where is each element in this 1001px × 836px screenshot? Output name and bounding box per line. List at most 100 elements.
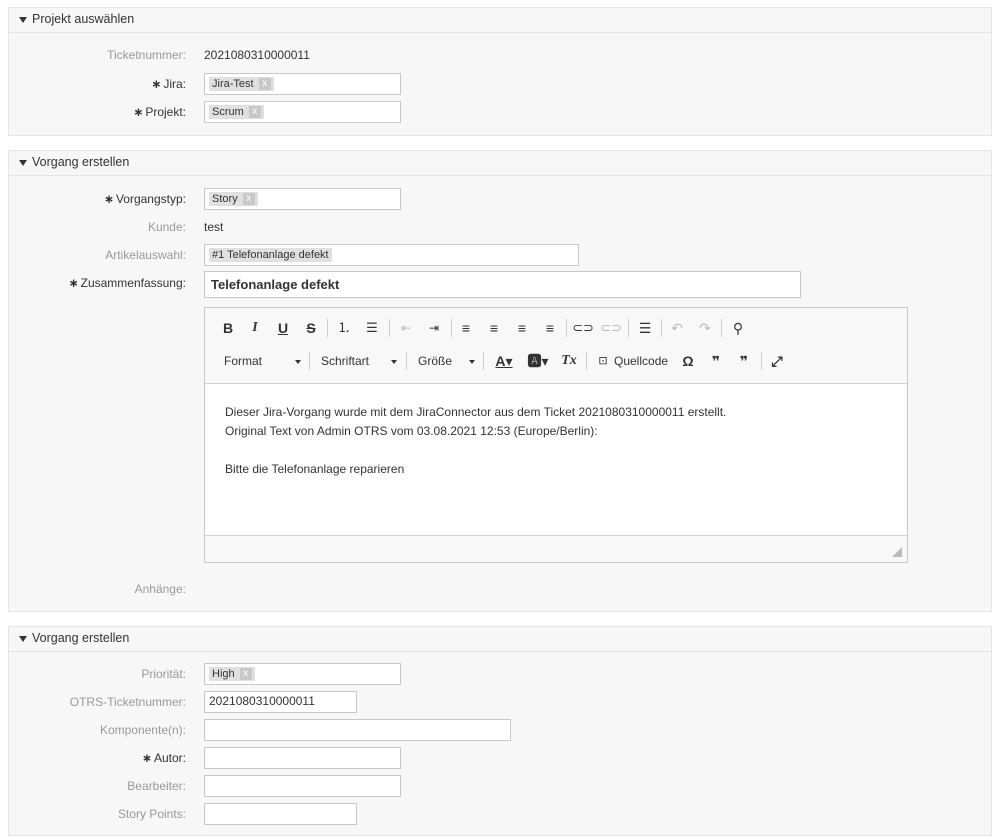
section-header[interactable]: Vorgang erstellen — [9, 627, 991, 652]
artikelauswahl-select[interactable]: #1 Telefonanlage defekt — [204, 244, 579, 266]
tag-remove-icon[interactable]: x — [242, 193, 255, 205]
align-right-icon[interactable]: ≡ — [511, 317, 533, 339]
editor-line: Original Text von Admin OTRS vom 03.08.2… — [225, 424, 598, 438]
projekt-select[interactable]: Scrum x — [204, 101, 401, 123]
resize-handle-icon[interactable] — [892, 547, 902, 557]
toolbar-separator — [483, 352, 484, 370]
format-dropdown[interactable]: Format — [224, 350, 301, 372]
kunde-value: test — [204, 220, 224, 234]
bulleted-list-icon[interactable]: ☰ — [361, 317, 383, 339]
artikelauswahl-label: Artikelauswahl: — [105, 248, 186, 262]
bold-icon[interactable]: B — [217, 317, 239, 339]
section-vorgang-erstellen-2: Vorgang erstellen Priorität: High x OTRS-… — [8, 626, 992, 836]
jira-label: ∗ Jira: — [151, 77, 186, 91]
autor-input[interactable] — [204, 747, 401, 769]
strikethrough-icon[interactable]: S — [300, 317, 322, 339]
tag-remove-icon[interactable]: x — [239, 668, 252, 680]
chevron-down-icon — [295, 360, 301, 364]
prioritaet-tag: High x — [209, 667, 255, 681]
undo-icon[interactable]: ↶ — [666, 317, 688, 339]
toolbar-separator — [721, 319, 722, 337]
section-vorgang-erstellen: Vorgang erstellen ∗ Vorgangstyp: Story x K… — [8, 150, 992, 612]
bearbeiter-input[interactable] — [204, 775, 401, 797]
chevron-down-icon — [391, 360, 397, 364]
remove-blockquote-icon[interactable]: ❞ — [733, 350, 755, 372]
link-icon[interactable]: ⊂⊃ — [572, 317, 594, 339]
ticketnummer-value: 2021080310000011 — [204, 48, 310, 62]
kunde-label: Kunde: — [147, 220, 186, 234]
collapse-arrow-icon[interactable] — [19, 636, 27, 642]
toolbar-separator — [566, 319, 567, 337]
story-points-label: Story Points: — [117, 807, 186, 821]
quellcode-button[interactable]: Quellcode — [614, 350, 668, 372]
toolbar-separator — [309, 352, 310, 370]
blockquote-icon[interactable]: ❞ — [705, 350, 727, 372]
align-left-icon[interactable]: ≡ — [455, 317, 477, 339]
prioritaet-select[interactable]: High x — [204, 663, 401, 685]
toolbar-separator — [628, 319, 629, 337]
increase-indent-icon[interactable]: ⇥ — [423, 317, 445, 339]
schriftart-dropdown[interactable]: Schriftart — [321, 350, 397, 372]
redo-icon[interactable]: ↷ — [694, 317, 716, 339]
section-header[interactable]: Vorgang erstellen — [9, 151, 991, 176]
jira-select[interactable]: Jira-Test x — [204, 73, 401, 95]
horizontal-line-icon[interactable]: ☰ — [634, 317, 656, 339]
unlink-icon[interactable]: ⊂⊃ — [600, 317, 622, 339]
toolbar-separator — [586, 352, 587, 370]
collapse-arrow-icon[interactable] — [19, 17, 27, 23]
toolbar-separator — [406, 352, 407, 370]
komponente-label: Komponente(n): — [99, 723, 186, 737]
vorgangstyp-select[interactable]: Story x — [204, 188, 401, 210]
section-title: Projekt auswählen — [32, 12, 135, 26]
toolbar-separator — [451, 319, 452, 337]
artikel-tag: #1 Telefonanlage defekt — [209, 248, 332, 262]
collapse-arrow-icon[interactable] — [19, 160, 27, 166]
story-points-input[interactable] — [204, 803, 357, 825]
autor-label: ∗ Autor: — [141, 751, 186, 765]
section-title: Vorgang erstellen — [32, 631, 130, 645]
editor-content[interactable]: Dieser Jira-Vorgang wurde mit dem JiraCo… — [225, 403, 887, 479]
prioritaet-label: Priorität: — [141, 667, 186, 681]
italic-icon[interactable]: I — [244, 317, 266, 339]
toolbar-separator — [761, 352, 762, 370]
projekt-tag: Scrum x — [209, 105, 264, 119]
anhaenge-label: Anhänge: — [134, 582, 186, 596]
underline-icon[interactable]: U — [272, 317, 294, 339]
special-char-icon[interactable]: Ω — [677, 350, 699, 372]
ticketnummer-label: Ticketnummer: — [107, 48, 186, 62]
align-center-icon[interactable]: ≡ — [483, 317, 505, 339]
decrease-indent-icon[interactable]: ⇤ — [395, 317, 417, 339]
komponente-input[interactable] — [204, 719, 511, 741]
toolbar-separator — [327, 319, 328, 337]
bearbeiter-label: Bearbeiter: — [127, 779, 186, 793]
editor-line: Dieser Jira-Vorgang wurde mit dem JiraCo… — [225, 405, 727, 419]
toolbar-separator — [661, 319, 662, 337]
otrs-ticketnummer-input[interactable]: 2021080310000011 — [204, 691, 357, 713]
editor-footer — [205, 535, 907, 562]
find-icon[interactable]: ⚲ — [727, 317, 749, 339]
otrs-ticketnummer-label: OTRS-Ticketnummer: — [69, 695, 186, 709]
section-projekt-auswaehlen: Projekt auswählen Ticketnummer: 20210803… — [8, 7, 992, 136]
tag-remove-icon[interactable]: x — [258, 78, 271, 90]
toolbar-separator — [389, 319, 390, 337]
remove-format-icon[interactable]: Tx — [558, 350, 580, 372]
section-title: Vorgang erstellen — [32, 155, 130, 169]
chevron-down-icon — [469, 360, 475, 364]
zusammenfassung-input[interactable]: Telefonanlage defekt — [204, 271, 801, 298]
zusammenfassung-label: ∗ Zusammenfassung: — [68, 276, 186, 290]
vorgangstyp-label: ∗ Vorgangstyp: — [103, 192, 186, 206]
rich-text-editor[interactable]: B I U S ⒈ ☰ ⇤ ⇥ ≡ ≡ ≡ ≡ ⊂⊃ ⊂⊃ ☰ ↶ ↷ ⚲ Fo… — [204, 307, 908, 563]
editor-toolbar: B I U S ⒈ ☰ ⇤ ⇥ ≡ ≡ ≡ ≡ ⊂⊃ ⊂⊃ ☰ ↶ ↷ ⚲ Fo… — [205, 308, 907, 384]
text-color-icon[interactable]: A▾ — [490, 350, 518, 372]
background-color-icon[interactable]: 🅰▾ — [524, 350, 552, 372]
align-justify-icon[interactable]: ≡ — [539, 317, 561, 339]
groesse-dropdown[interactable]: Größe — [418, 350, 475, 372]
source-code-icon[interactable]: ⊡ — [592, 350, 614, 372]
tag-remove-icon[interactable]: x — [248, 106, 261, 118]
projekt-label: ∗ Projekt: — [133, 105, 186, 119]
numbered-list-icon[interactable]: ⒈ — [333, 317, 355, 339]
maximize-icon[interactable]: ⤢ — [766, 350, 788, 372]
vorgangstyp-tag: Story x — [209, 192, 258, 206]
section-header[interactable]: Projekt auswählen — [9, 8, 991, 33]
jira-tag: Jira-Test x — [209, 77, 274, 91]
